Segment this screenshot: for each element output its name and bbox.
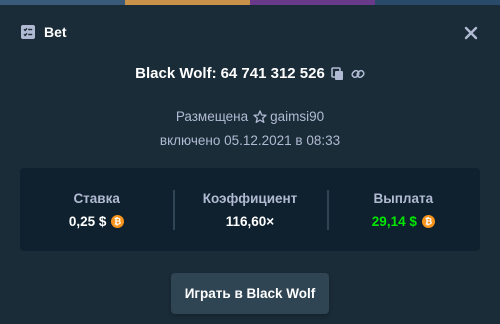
bitcoin-icon: ₿ — [421, 214, 435, 228]
stat-payout: Выплата 29,14 $ ₿ — [326, 168, 480, 251]
close-icon[interactable] — [464, 26, 478, 40]
bet-stats-panel: Ставка 0,25 $ ₿ Коэффициент 116,60× Выпл… — [20, 168, 480, 251]
link-icon[interactable] — [351, 67, 365, 81]
placed-by-line: Размещена gaimsi90 — [0, 109, 500, 124]
stat-payout-value-row: 29,14 $ ₿ — [372, 214, 435, 229]
svg-text:₿: ₿ — [114, 216, 121, 227]
stat-multiplier-label: Коэффициент — [202, 190, 298, 206]
username-link[interactable]: gaimsi90 — [270, 109, 324, 124]
stat-multiplier-value: 116,60× — [225, 213, 275, 229]
stat-multiplier: Коэффициент 116,60× — [173, 168, 326, 251]
svg-text:₿: ₿ — [425, 216, 432, 227]
bet-modal: Bet Black Wolf : 64 741 312 526 Размещен… — [0, 5, 500, 324]
stat-bet-value-row: 0,25 $ ₿ — [69, 214, 125, 229]
stat-bet-label: Ставка — [73, 190, 120, 206]
stat-payout-label: Выплата — [373, 190, 434, 206]
stat-bet-value: 0,25 $ — [68, 213, 107, 229]
bitcoin-icon: ₿ — [111, 214, 125, 228]
game-name: Black Wolf — [135, 65, 212, 82]
modal-header: Bet — [20, 24, 67, 40]
modal-title: Bet — [44, 24, 67, 40]
stat-multiplier-value-row: 116,60× — [226, 214, 274, 229]
play-game-button[interactable]: Играть в Black Wolf — [171, 273, 329, 314]
stat-payout-value: 29,14 $ — [371, 213, 417, 229]
game-separator: : — [211, 65, 217, 82]
star-icon — [253, 109, 267, 124]
bet-date: включено 05.12.2021 в 08:33 — [159, 133, 341, 148]
bet-id: 64 741 312 526 — [220, 65, 325, 82]
ticket-icon — [20, 24, 36, 40]
copy-icon[interactable] — [331, 66, 345, 81]
stat-bet: Ставка 0,25 $ ₿ — [20, 168, 173, 251]
placed-label: Размещена — [175, 109, 249, 124]
game-bet-id-line: Black Wolf : 64 741 312 526 — [0, 65, 500, 82]
